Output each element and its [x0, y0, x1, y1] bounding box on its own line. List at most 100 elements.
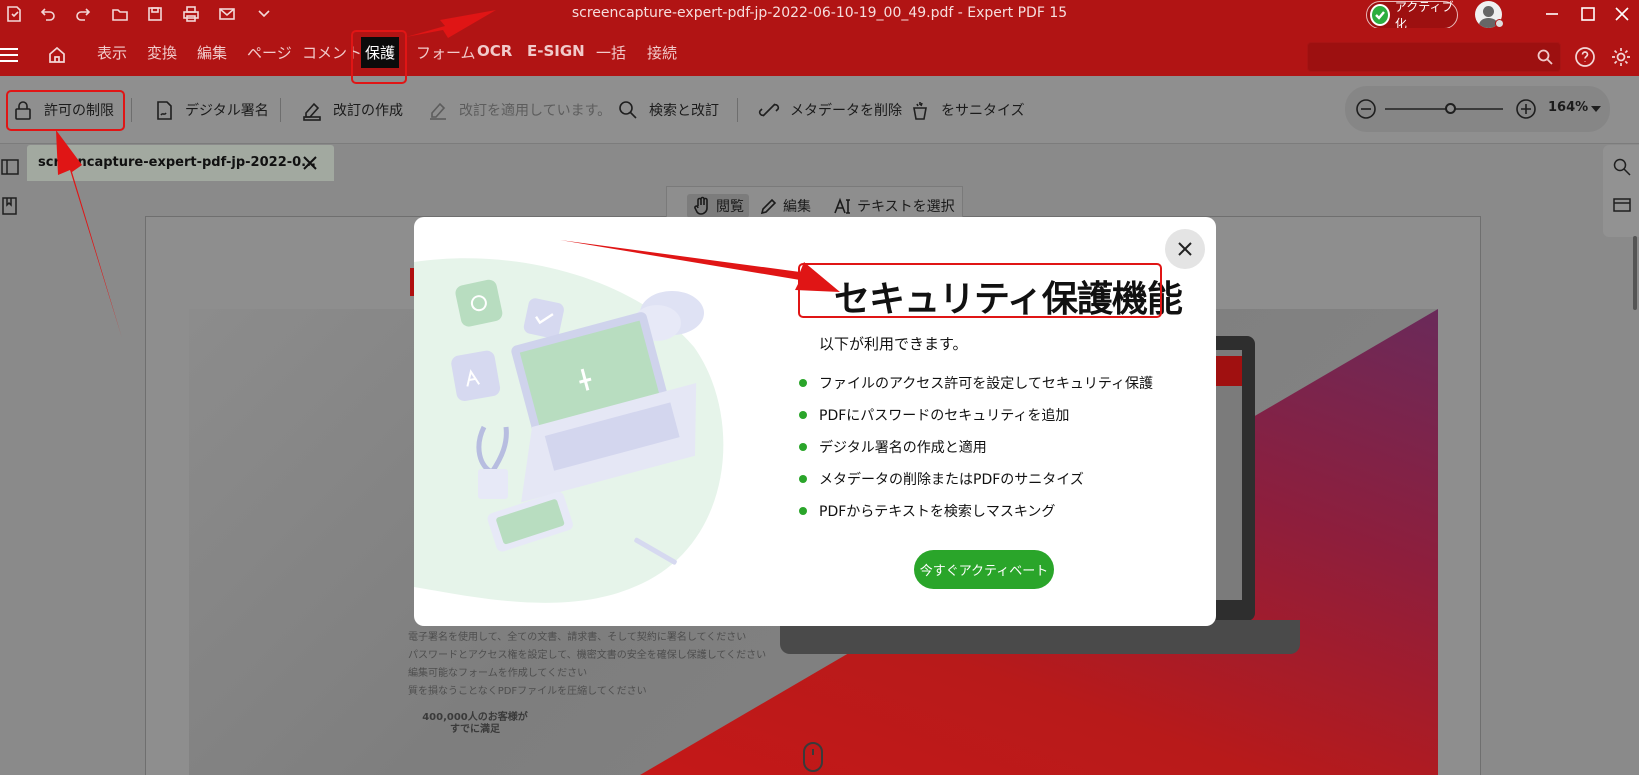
hamburger-menu-icon[interactable]	[0, 48, 18, 62]
bullet-dot	[799, 443, 807, 451]
digital-signature-button[interactable]: デジタル署名	[153, 95, 269, 125]
page-text-line: パスワードとアクセス権を設定して、機密文書の安全を確保し保護してください	[408, 650, 767, 661]
page-text-line: 質を損なうことなくPDFファイルを圧縮してください	[408, 686, 647, 697]
feature-text: PDFからテキストを検索しマスキング	[819, 504, 1056, 520]
bullet-dot	[799, 507, 807, 515]
search-redact-label: 検索と改訂	[649, 103, 719, 119]
zoom-dropdown-icon[interactable]	[1591, 106, 1601, 112]
mode-select-text[interactable]: テキストを選択	[833, 196, 955, 216]
gear-icon[interactable]	[1610, 46, 1632, 68]
feature-item: メタデータの削除またはPDFのサニタイズ	[799, 469, 1084, 489]
protect-toolbar: 許可の制限 デジタル署名 改訂の作成 改訂を適用しています。 検索と改訂 メタデ…	[0, 76, 1639, 144]
check-icon	[1370, 4, 1390, 26]
mode-read-label: 閲覧	[716, 199, 744, 215]
search-icon[interactable]	[1536, 48, 1554, 66]
document-tab[interactable]: screencapture-expert-pdf-jp-2022-0...	[27, 145, 334, 181]
title-bar: screencapture-expert-pdf-jp-2022-06-10-1…	[0, 0, 1639, 31]
document-tab-title: screencapture-expert-pdf-jp-2022-0...	[38, 155, 316, 170]
badge-line-2: すでに満足	[449, 724, 501, 735]
apply-redaction-icon	[430, 102, 446, 120]
panel-toggle-icon[interactable]	[0, 157, 20, 177]
bookmark-panel-icon[interactable]	[0, 196, 20, 216]
search-icon	[619, 101, 637, 119]
vertical-scrollbar[interactable]	[1633, 236, 1637, 310]
menu-ocr[interactable]: OCR	[477, 42, 512, 60]
zoom-control: 164%	[1345, 86, 1610, 132]
toolbar-divider	[131, 98, 132, 122]
search-input[interactable]	[1314, 47, 1534, 69]
feature-item: デジタル署名の作成と適用	[799, 437, 987, 457]
minimize-button[interactable]	[1538, 2, 1566, 26]
left-sidebar-rail	[0, 145, 26, 775]
toolbar-divider	[737, 98, 738, 122]
thumbnail-panel-icon[interactable]	[1612, 195, 1632, 215]
hand-icon	[694, 196, 708, 215]
mode-read[interactable]: 閲覧	[687, 194, 749, 218]
activate-button[interactable]: アクティブ化	[1366, 0, 1458, 31]
close-tab-icon[interactable]	[301, 154, 319, 172]
feature-item: ファイルのアクセス許可を設定してセキュリティ保護	[799, 373, 1153, 393]
menu-view[interactable]: 表示	[97, 42, 127, 63]
menu-connect[interactable]: 接続	[647, 42, 677, 63]
sanitize-label: をサニタイズ	[941, 103, 1025, 119]
modal-subtitle: 以下が利用できます。	[819, 335, 968, 353]
zoom-value: 164%	[1548, 100, 1589, 115]
home-icon[interactable]	[47, 45, 67, 65]
feature-text: PDFにパスワードのセキュリティを追加	[819, 408, 1070, 424]
activate-now-button[interactable]: 今すぐアクティベート	[914, 550, 1054, 589]
right-sidebar-rail	[1603, 145, 1639, 237]
page-text-line: 電子署名を使用して、全ての文書、請求書、そして契約に署名してください	[408, 632, 747, 643]
bullet-dot	[799, 411, 807, 419]
mode-edit[interactable]: 編集	[759, 196, 811, 216]
status-dot	[1495, 19, 1504, 28]
search-redact-button[interactable]: 検索と改訂	[617, 95, 719, 125]
remove-metadata-button[interactable]: メタデータを削除	[758, 95, 902, 125]
pencil-icon	[760, 198, 777, 215]
toolbar-divider	[280, 98, 281, 122]
close-window-button[interactable]	[1608, 2, 1636, 26]
bullet-dot	[799, 379, 807, 387]
apply-redaction-button[interactable]: 改訂を適用しています。	[427, 95, 611, 125]
annotation-box-restrict	[6, 90, 125, 131]
close-icon	[1178, 242, 1192, 256]
menu-form[interactable]: フォーム	[416, 42, 476, 63]
menu-batch[interactable]: 一括	[596, 42, 626, 63]
zoom-out-icon[interactable]	[1355, 98, 1377, 120]
feature-item: PDFにパスワードのセキュリティを追加	[799, 405, 1069, 425]
create-redaction-button[interactable]: 改訂の作成	[301, 95, 403, 125]
laptop-illustration	[414, 258, 724, 603]
find-icon[interactable]	[1612, 157, 1632, 177]
menu-esign[interactable]: E-SIGN	[527, 42, 585, 60]
feature-text: ファイルのアクセス許可を設定してセキュリティ保護	[819, 376, 1154, 392]
sanitize-button[interactable]: をサニタイズ	[909, 95, 1025, 125]
bullet-dot	[799, 475, 807, 483]
close-modal-button[interactable]	[1165, 229, 1205, 269]
scroll-mouse-icon	[803, 742, 823, 772]
help-icon[interactable]	[1574, 46, 1596, 68]
redact-marker-icon	[303, 102, 321, 121]
menu-convert[interactable]: 変換	[147, 42, 177, 63]
annotation-box-protect-tab	[351, 30, 407, 84]
ribbon-menu-bar: 表示 変換 編集 ページ コメント 保護 フォーム OCR E-SIGN 一括 …	[0, 28, 1639, 76]
feature-text: メタデータの削除またはPDFのサニタイズ	[819, 472, 1084, 488]
apply-redaction-label: 改訂を適用しています。	[459, 103, 612, 119]
unlink-icon	[758, 103, 780, 117]
feature-item: PDFからテキストを検索しマスキング	[799, 501, 1055, 521]
menu-edit[interactable]: 編集	[197, 42, 227, 63]
annotation-box-title	[798, 263, 1162, 318]
maximize-button[interactable]	[1574, 2, 1602, 26]
zoom-in-icon[interactable]	[1515, 98, 1537, 120]
badge-line-1: 400,000人のお客様が	[422, 712, 528, 723]
account-avatar[interactable]	[1472, 0, 1504, 28]
create-redaction-label: 改訂の作成	[333, 103, 403, 119]
customer-laurel-badge: 400,000人のお客様が すでに満足	[412, 712, 538, 736]
remove-metadata-label: メタデータを削除	[790, 103, 902, 119]
zoom-slider-thumb[interactable]	[1444, 103, 1456, 114]
page-text-line: 編集可能なフォームを作成してください	[408, 668, 588, 679]
mode-select-text-label: テキストを選択	[857, 199, 955, 215]
menu-page[interactable]: ページ	[247, 42, 292, 63]
feature-text: デジタル署名の作成と適用	[819, 440, 987, 456]
signature-doc-icon	[157, 101, 172, 120]
search-field[interactable]	[1307, 42, 1561, 72]
text-cursor-icon	[834, 197, 850, 214]
